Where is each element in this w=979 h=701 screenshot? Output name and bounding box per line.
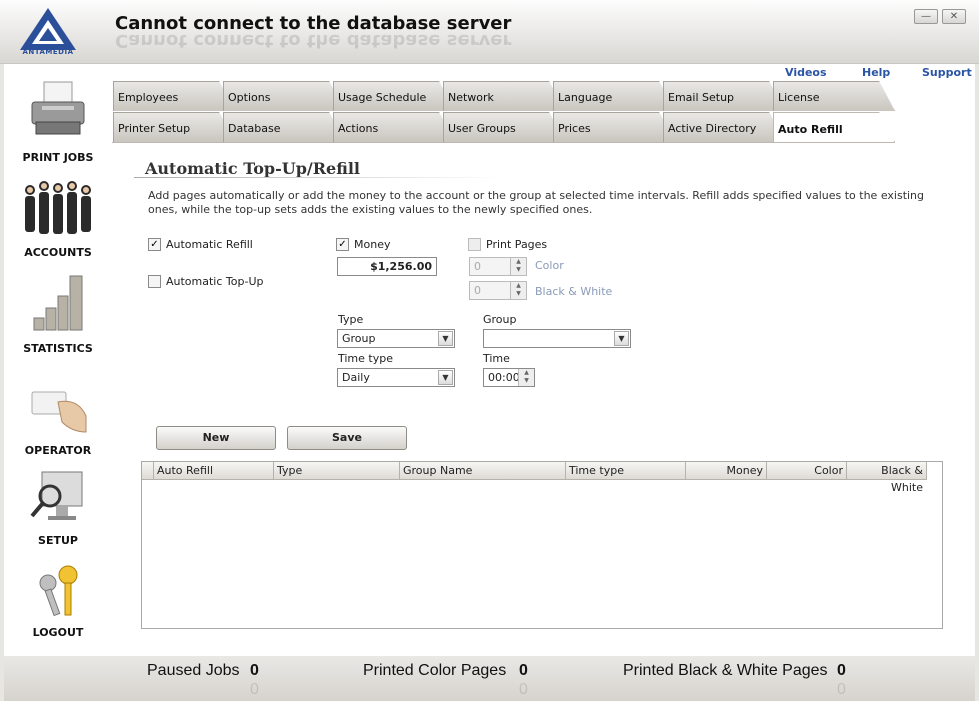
chevron-down-icon[interactable]: ▼ [438,331,453,346]
paused-jobs-label: Paused Jobs [147,662,240,679]
automatic-topup-checkbox[interactable] [148,275,161,288]
tab-divider [112,142,895,143]
bw-spin[interactable]: ▲ ▼ [510,282,526,299]
tab-auto-refill[interactable]: Auto Refill [773,112,895,142]
money-checkbox[interactable]: ✓ [336,238,349,251]
spin-down-icon[interactable]: ▼ [511,266,526,274]
table-header: Auto Refill Type Group Name Time type Mo… [142,462,927,494]
column-header-black-white[interactable]: Black & White [847,462,927,494]
time-type-select[interactable]: Daily ▼ [337,368,455,387]
tab-email-setup[interactable]: Email Setup [663,81,785,111]
money-label: Money [354,238,391,251]
tab-network[interactable]: Network [443,81,565,111]
time-type-value: Daily [342,371,370,384]
automatic-refill-checkbox[interactable]: ✓ [148,238,161,251]
automatic-topup-label: Automatic Top-Up [166,275,264,288]
save-button[interactable]: Save [287,426,407,450]
column-header-time-type[interactable]: Time type [566,462,686,480]
sidebar-item-label: ACCOUNTS [24,246,92,259]
group-label: Group [483,313,517,326]
group-select[interactable]: ▼ [483,329,631,348]
color-label: Color [535,259,564,272]
tab-user-groups[interactable]: User Groups [443,112,565,142]
logo-text: ANTAMEDIA [22,48,74,56]
time-spin[interactable]: ▲ ▼ [518,369,534,386]
monitor-magnifier-icon [30,471,83,520]
printer-icon [31,81,85,135]
money-input[interactable]: $1,256.00 [337,257,437,276]
new-button[interactable]: New [156,426,276,450]
sidebar-item-label: OPERATOR [24,444,92,457]
automatic-refill-label: Automatic Refill [166,238,253,251]
window-title-reflection: Cannot connect to the database server [115,30,512,51]
description-text: Add pages automatically or add the money… [148,189,925,216]
tab-active-directory[interactable]: Active Directory [663,112,785,142]
sidebar-item-label: SETUP [38,534,78,547]
time-stepper[interactable]: 00:00 ▲ ▼ [483,368,535,387]
column-header-auto-refill[interactable]: Auto Refill [154,462,274,480]
card-hand-icon [31,391,87,433]
tab-prices[interactable]: Prices [553,112,675,142]
column-header-color[interactable]: Color [767,462,847,480]
type-value: Group [342,332,376,345]
tab-database[interactable]: Database [223,112,345,142]
page-title: Automatic Top-Up/Refill [145,159,361,178]
tab-license[interactable]: License [773,81,895,111]
printed-color-pages-count-reflection: 0 [519,679,528,696]
status-bar: Paused Jobs 0 Printed Color Pages 0 Prin… [4,656,975,701]
support-link[interactable]: Support [922,66,972,79]
chart-icon [33,275,83,331]
main-panel: Videos Help Support Employees Options Us… [112,64,975,656]
videos-link[interactable]: Videos [785,66,827,79]
printed-bw-pages-label: Printed Black & White Pages [623,662,828,679]
bw-label: Black & White [535,285,613,298]
spin-down-icon[interactable]: ▼ [519,377,534,385]
minimize-icon: — [921,11,931,22]
spin-down-icon[interactable]: ▼ [511,290,526,298]
people-icon [25,181,91,234]
sidebar-item-label: PRINT JOBS [22,151,94,164]
sidebar: PRINT JOBS ACCOUNTS STATISTICS OPERATOR … [4,64,112,656]
printed-color-pages-label: Printed Color Pages [363,662,507,679]
auto-refill-table[interactable]: Auto Refill Type Group Name Time type Mo… [141,461,943,629]
print-pages-checkbox[interactable] [468,238,481,251]
heading-underline [134,177,504,178]
tab-language[interactable]: Language [553,81,675,111]
chevron-down-icon[interactable]: ▼ [438,370,453,385]
tab-employees[interactable]: Employees [113,81,235,111]
color-spin[interactable]: ▲ ▼ [510,258,526,275]
type-select[interactable]: Group ▼ [337,329,455,348]
spin-up-icon[interactable]: ▲ [511,258,526,266]
row-selector-header [142,462,154,480]
print-pages-label: Print Pages [486,238,548,251]
bw-pages-stepper[interactable]: 0 ▲ ▼ [469,281,527,300]
sidebar-item-label: STATISTICS [23,342,93,355]
minimize-button[interactable]: — [914,9,938,24]
chevron-down-icon[interactable]: ▼ [614,331,629,346]
column-header-money[interactable]: Money [686,462,767,480]
close-button[interactable]: ✕ [942,9,966,24]
color-pages-value: 0 [474,260,481,273]
time-type-label: Time type [338,352,393,365]
close-icon: ✕ [949,11,959,22]
column-header-type[interactable]: Type [274,462,400,480]
spin-up-icon[interactable]: ▲ [511,282,526,290]
tab-options[interactable]: Options [223,81,345,111]
time-label: Time [483,352,510,365]
title-bar: ANTAMEDIA Cannot connect to the database… [0,0,979,64]
time-value: 00:00 [488,371,520,384]
tab-printer-setup[interactable]: Printer Setup [113,112,235,142]
help-link[interactable]: Help [862,66,890,79]
spin-up-icon[interactable]: ▲ [519,369,534,377]
tab-usage-schedule[interactable]: Usage Schedule [333,81,455,111]
color-pages-stepper[interactable]: 0 ▲ ▼ [469,257,527,276]
keys-icon [39,565,78,617]
paused-jobs-count-reflection: 0 [250,679,259,696]
sidebar-item-label: LOGOUT [32,626,84,639]
column-header-group-name[interactable]: Group Name [400,462,566,480]
type-label: Type [338,313,364,326]
printed-bw-pages-count-reflection: 0 [837,679,846,696]
tab-actions[interactable]: Actions [333,112,455,142]
bw-pages-value: 0 [474,284,481,297]
